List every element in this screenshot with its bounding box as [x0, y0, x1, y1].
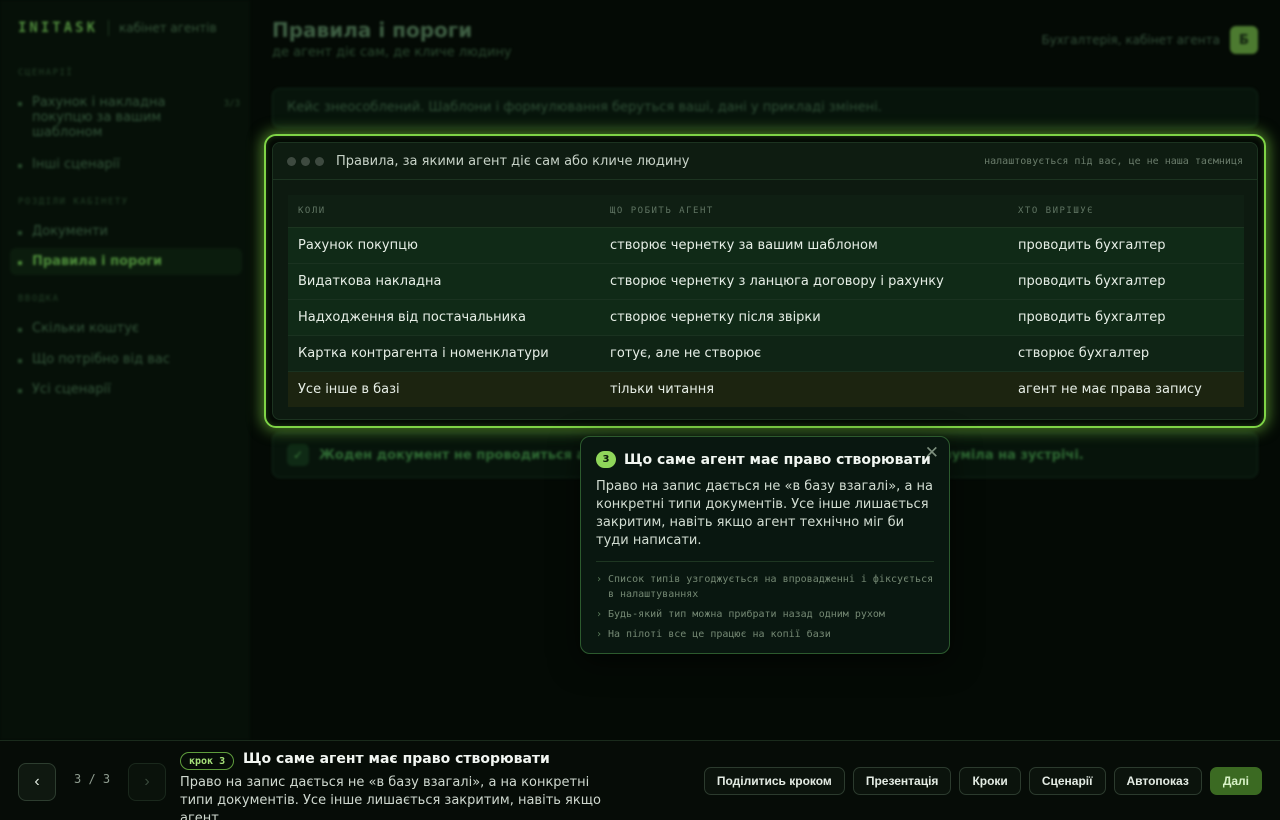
- rules-panel: Правила, за якими агент діє сам або клич…: [272, 142, 1258, 420]
- sidebar-item-label: Інші сценарії: [32, 157, 120, 172]
- anonymized-notice: Кейс знеособлений. Шаблони і формулюванн…: [272, 88, 1258, 128]
- table-row-restricted: Усе інше в базі тільки читання агент не …: [288, 371, 1244, 407]
- bullet-icon: [18, 164, 22, 168]
- column-header-when: КОЛИ: [288, 195, 600, 228]
- close-icon[interactable]: ✕: [925, 443, 939, 463]
- steps-button[interactable]: Кроки: [959, 767, 1021, 795]
- sidebar-group-sections: РОЗДІЛИ КАБІНЕТУ: [18, 197, 129, 207]
- sidebar-item-label: Рахунок і накладна покупцю за вашим шабл…: [32, 95, 166, 140]
- step-number-badge: 3: [596, 451, 616, 468]
- page-title: Правила і пороги: [272, 18, 473, 42]
- table-row: Видаткова накладна створює чернетку з ла…: [288, 263, 1244, 300]
- sidebar-item-requirements[interactable]: Що потрібно від вас: [18, 352, 240, 367]
- rules-table: КОЛИ ЩО РОБИТЬ АГЕНТ ХТО ВИРІШУЄ Рахунок…: [288, 195, 1244, 407]
- account-area[interactable]: Бухгалтерія, кабінет агента Б: [1041, 26, 1258, 54]
- account-label: Бухгалтерія, кабінет агента: [1041, 33, 1220, 47]
- rules-panel-meta: налаштовується під вас, це не наша таємн…: [984, 155, 1243, 167]
- tooltip-header: 3 Що саме агент має право створювати: [596, 451, 934, 468]
- scenarios-button[interactable]: Сценарії: [1028, 767, 1106, 795]
- table-row: Надходження від постачальника створює че…: [288, 299, 1244, 336]
- sidebar-item-all-scenarios[interactable]: Усі сценарії: [18, 382, 240, 397]
- brand-divider: [108, 20, 110, 36]
- sidebar-item-label: Усі сценарії: [32, 382, 111, 397]
- table-cell: Надходження від постачальника: [288, 299, 600, 336]
- brand-logo: INITASK: [18, 20, 99, 36]
- tooltip-title: Що саме агент має право створювати: [624, 451, 931, 468]
- window-dots-icon: [287, 156, 324, 166]
- table-cell: проводить бухгалтер: [1008, 263, 1244, 300]
- table-cell: створює чернетку після звірки: [600, 299, 1008, 336]
- list-item: Будь-який тип можна прибрати назад одним…: [596, 607, 934, 622]
- next-step-arrow-button[interactable]: ›: [128, 763, 166, 801]
- sidebar-item-label: Документи: [32, 224, 108, 239]
- table-cell: проводить бухгалтер: [1008, 227, 1244, 264]
- rules-panel-header: Правила, за якими агент діє сам або клич…: [273, 143, 1257, 180]
- sidebar-item-other-scenarios[interactable]: Інші сценарії: [18, 157, 240, 172]
- table-cell: готує, але не створює: [600, 335, 1008, 372]
- tour-actions: Поділитись кроком Презентація Кроки Сцен…: [703, 767, 1262, 795]
- tour-tooltip: ✕ 3 Що саме агент має право створювати П…: [580, 436, 950, 654]
- table-cell: Видаткова накладна: [288, 263, 600, 300]
- step-description: Право на запис дається не «в базу взагал…: [180, 775, 601, 820]
- sidebar-group-scenarios: СЦЕНАРІЇ: [18, 68, 74, 78]
- table-cell: Усе інше в базі: [288, 371, 600, 407]
- sidebar-item-pricing[interactable]: Скільки коштує: [18, 321, 240, 336]
- sidebar-item-label: Що потрібно від вас: [32, 352, 170, 367]
- share-step-button[interactable]: Поділитись кроком: [703, 767, 845, 795]
- sidebar-item-label: Правила і пороги: [32, 254, 163, 269]
- autoplay-button[interactable]: Автопоказ: [1113, 767, 1202, 795]
- table-cell: Рахунок покупцю: [288, 227, 600, 264]
- table-header-row: КОЛИ ЩО РОБИТЬ АГЕНТ ХТО ВИРІШУЄ: [288, 195, 1244, 228]
- brand-subtitle: кабінет агентів: [119, 21, 217, 35]
- list-item: Список типів узгоджується на впровадженн…: [596, 572, 934, 602]
- sidebar-item-documents[interactable]: Документи: [18, 224, 240, 239]
- step-title: Що саме агент має право створювати: [243, 751, 550, 767]
- step-badge: крок 3: [180, 752, 235, 770]
- table-cell: проводить бухгалтер: [1008, 299, 1244, 336]
- page-subtitle: де агент діє сам, де кличе людину: [272, 45, 512, 60]
- sidebar-group-intro: ВВОДКА: [18, 294, 60, 304]
- table-cell: Картка контрагента і номенклатури: [288, 335, 600, 372]
- tooltip-text: Право на запис дається не «в базу взагал…: [596, 479, 934, 548]
- tooltip-bullets: Список типів узгоджується на впровадженн…: [596, 572, 934, 642]
- step-counter: 3 / 3: [74, 772, 111, 786]
- table-cell: тільки читання: [600, 371, 1008, 407]
- table-cell: створює чернетку з ланцюга договору і ра…: [600, 263, 1008, 300]
- bullet-icon: [18, 231, 22, 235]
- table-row: Рахунок покупцю створює чернетку за ваши…: [288, 227, 1244, 264]
- presentation-button[interactable]: Презентація: [852, 767, 952, 795]
- table-cell: агент не має права запису: [1008, 371, 1244, 407]
- column-header-decider: ХТО ВИРІШУЄ: [1008, 195, 1244, 228]
- bullet-icon: [18, 359, 22, 363]
- sidebar: INITASK кабінет агентів СЦЕНАРІЇ Рахунок…: [0, 0, 250, 740]
- bullet-icon: [18, 261, 22, 265]
- prev-step-button[interactable]: ‹: [18, 763, 56, 801]
- table-row: Картка контрагента і номенклатури готує,…: [288, 335, 1244, 372]
- check-icon: ✓: [287, 444, 309, 466]
- table-cell: створює бухгалтер: [1008, 335, 1244, 372]
- bullet-icon: [18, 389, 22, 393]
- bullet-icon: [18, 328, 22, 332]
- sidebar-item-count: 3/3: [223, 99, 240, 109]
- bullet-icon: [18, 102, 22, 106]
- sidebar-item-scenario-invoice[interactable]: Рахунок і накладна покупцю за вашим шабл…: [18, 95, 240, 140]
- sidebar-item-rules[interactable]: Правила і пороги: [10, 248, 242, 275]
- list-item: На пілоті все це працює на копії бази: [596, 627, 934, 642]
- sidebar-item-label: Скільки коштує: [32, 321, 140, 336]
- next-button[interactable]: Далі: [1209, 767, 1262, 795]
- avatar[interactable]: Б: [1230, 26, 1258, 54]
- tooltip-divider: [596, 561, 934, 562]
- brand: INITASK кабінет агентів: [18, 20, 217, 36]
- table-cell: створює чернетку за вашим шаблоном: [600, 227, 1008, 264]
- rules-panel-title: Правила, за якими агент діє сам або клич…: [336, 153, 690, 169]
- column-header-agent-action: ЩО РОБИТЬ АГЕНТ: [600, 195, 1008, 228]
- tour-bar: ‹ 3 / 3 › крок 3 Що саме агент має право…: [0, 740, 1280, 820]
